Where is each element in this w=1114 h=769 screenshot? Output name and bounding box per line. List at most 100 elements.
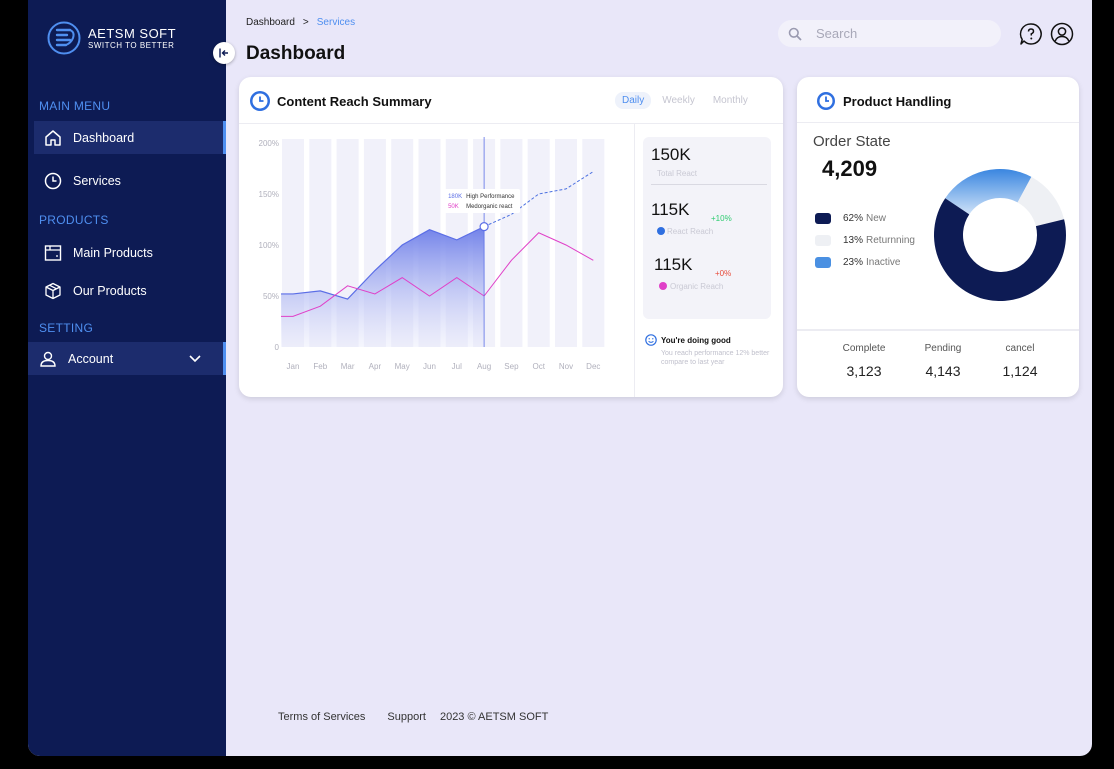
box-icon	[43, 243, 63, 263]
legend-item-returning: 13% Returnning	[815, 235, 915, 246]
breadcrumb-current[interactable]: Services	[317, 17, 355, 28]
stat-label: Pending	[924, 343, 962, 354]
tab-weekly[interactable]: Weekly	[655, 92, 702, 109]
stat-value: 3,123	[846, 363, 882, 379]
content-reach-card: Content Reach Summary Daily Weekly Month…	[239, 77, 783, 397]
total-react-value: 150K	[651, 145, 691, 164]
page-title: Dashboard	[246, 43, 346, 64]
legend-swatch	[815, 235, 831, 246]
user-profile-icon[interactable]	[1050, 22, 1074, 46]
stat-label: cancel	[1005, 343, 1035, 354]
collapse-sidebar-button[interactable]	[213, 42, 235, 64]
order-state-label: Order State	[813, 133, 891, 150]
y-tick-label: 0	[275, 343, 280, 352]
reach-chart[interactable]: 0 50% 100% 150% 200% Jan Feb Mar Apr May Jun Jul Aug…	[239, 125, 634, 385]
legend-item-new: 62% New	[815, 213, 886, 224]
sidebar-item-services[interactable]: Services	[34, 164, 226, 197]
sidebar-item-account[interactable]: Account	[28, 342, 226, 375]
x-tick-label: Apr	[369, 362, 382, 371]
chevron-down-icon[interactable]	[189, 352, 201, 366]
stat-value: 1,124	[1002, 363, 1038, 379]
react-reach-label: React Reach	[667, 227, 714, 236]
total-react-label: Total React	[657, 169, 698, 178]
sidebar-item-label: Dashboard	[73, 130, 135, 145]
x-tick-label: Aug	[477, 362, 491, 371]
x-tick-label: Feb	[313, 362, 327, 371]
reach-stats-panel: 150K Total React 115K +10% React Reach 1…	[643, 137, 771, 319]
card-divider	[239, 123, 783, 124]
react-reach-dot	[657, 227, 665, 235]
sidebar-item-label: Our Products	[73, 283, 147, 298]
legend-label: Inactive	[866, 257, 901, 268]
order-donut-chart[interactable]	[932, 167, 1068, 303]
product-handling-card: Product Handling Order State 4,209 62% Ne…	[797, 77, 1079, 397]
brand-tagline: SWITCH TO BETTER	[88, 40, 175, 50]
x-tick-label: Nov	[559, 362, 573, 371]
footer-terms-link[interactable]: Terms of Services	[278, 711, 365, 723]
legend-swatch	[815, 257, 831, 268]
collapse-arrow-icon	[219, 48, 228, 58]
x-tick-label: Sep	[504, 362, 519, 371]
sidebar-item-main-products[interactable]: Main Products	[34, 236, 226, 269]
organic-reach-dot	[659, 282, 667, 290]
section-label-products: PRODUCTS	[39, 213, 109, 227]
legend-swatch	[815, 213, 831, 224]
legend-label: New	[866, 213, 887, 224]
card-divider	[797, 329, 1079, 331]
search-bar[interactable]	[778, 20, 1001, 47]
package-icon	[43, 281, 63, 301]
sidebar-item-dashboard[interactable]: Dashboard	[34, 121, 226, 154]
y-tick-label: 150%	[259, 190, 279, 199]
card-title: Content Reach Summary	[277, 93, 432, 109]
tooltip-label: High Performance	[466, 194, 515, 200]
tab-daily[interactable]: Daily	[615, 92, 652, 109]
x-tick-label: Mar	[341, 362, 355, 371]
organic-reach-label: Organic Reach	[670, 282, 724, 291]
stats-separator	[651, 184, 767, 185]
stat-pending: Pending 4,143	[903, 343, 983, 379]
user-icon	[38, 349, 58, 369]
sidebar: AETSM SOFT SWITCH TO BETTER MAIN MENU Da…	[28, 0, 226, 756]
legend-label: Returnning	[866, 235, 915, 246]
logo[interactable]: AETSM SOFT SWITCH TO BETTER	[46, 20, 176, 56]
sidebar-item-our-products[interactable]: Our Products	[34, 274, 226, 307]
stat-cancel: cancel 1,124	[980, 343, 1060, 379]
chart-column	[582, 139, 605, 347]
footer-support-link[interactable]: Support	[387, 711, 426, 723]
search-input[interactable]	[816, 26, 976, 41]
footer: Terms of Services Support 2023 © AETSM S…	[278, 711, 548, 723]
legend-item-inactive: 23% Inactive	[815, 257, 900, 268]
react-reach-value: 115K	[651, 200, 690, 219]
help-chat-icon[interactable]	[1019, 22, 1043, 46]
chart-column	[555, 139, 577, 347]
breadcrumb-separator: >	[302, 17, 309, 28]
breadcrumb: Dashboard > Services	[246, 17, 355, 28]
tooltip-label: Medorganic react	[466, 204, 513, 210]
sidebar-item-label: Services	[73, 173, 121, 188]
tooltip-value: 180K	[448, 194, 462, 200]
performance-note-text: You reach performance 12% better compare…	[661, 350, 770, 366]
card-divider	[797, 122, 1079, 123]
brand-name: AETSM SOFT	[88, 25, 177, 41]
chart-column	[527, 139, 550, 347]
search-icon	[788, 27, 802, 41]
logo-mark-icon	[47, 21, 81, 55]
legend-pct: 62%	[843, 213, 864, 224]
clock-icon	[250, 91, 270, 111]
x-tick-label: Dec	[586, 362, 600, 371]
x-tick-label: Oct	[532, 362, 545, 371]
stat-value: 4,143	[925, 363, 961, 379]
home-icon	[43, 128, 63, 148]
cursor-point	[479, 222, 489, 232]
section-label-setting: SETTING	[39, 321, 94, 335]
clock-icon	[43, 171, 63, 191]
y-tick-label: 200%	[259, 139, 279, 148]
breadcrumb-root[interactable]: Dashboard	[246, 17, 295, 28]
card-divider-vertical	[634, 124, 635, 397]
react-reach-delta: +10%	[711, 214, 732, 223]
organic-reach-delta: +0%	[715, 269, 732, 278]
legend-pct: 13%	[843, 235, 864, 246]
organic-reach-value: 115K	[654, 255, 693, 274]
tab-monthly[interactable]: Monthly	[706, 92, 755, 109]
period-tabs: Daily Weekly Monthly	[615, 92, 755, 109]
